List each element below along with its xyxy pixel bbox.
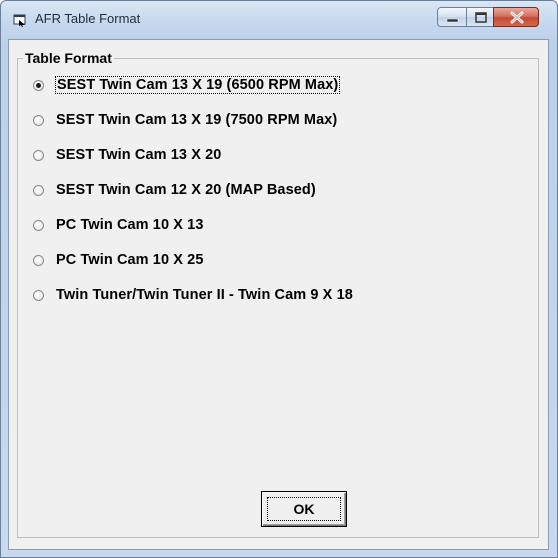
maximize-icon xyxy=(475,12,487,23)
radio-label[interactable]: Twin Tuner/Twin Tuner II - Twin Cam 9 X … xyxy=(56,287,353,303)
radio-button[interactable] xyxy=(33,289,44,301)
table-format-group: Table Format SEST Twin Cam 13 X 19 (6500… xyxy=(17,50,539,538)
radio-option-sest-12x20-map[interactable]: SEST Twin Cam 12 X 20 (MAP Based) xyxy=(33,180,316,200)
group-label: Table Format xyxy=(23,50,114,66)
ok-button[interactable]: OK xyxy=(261,491,347,527)
minimize-button[interactable] xyxy=(437,7,467,27)
radio-button[interactable] xyxy=(33,219,44,231)
ok-button-label: OK xyxy=(293,501,315,517)
close-button[interactable] xyxy=(493,7,539,27)
minimize-icon xyxy=(447,19,459,23)
window-app-icon xyxy=(13,13,27,27)
radio-button[interactable] xyxy=(33,254,44,266)
radio-option-sest-13x19-6500[interactable]: SEST Twin Cam 13 X 19 (6500 RPM Max) xyxy=(33,75,341,95)
radio-option-sest-13x19-7500[interactable]: SEST Twin Cam 13 X 19 (7500 RPM Max) xyxy=(33,110,337,130)
radio-option-pc-10x25[interactable]: PC Twin Cam 10 X 25 xyxy=(33,250,204,270)
radio-option-pc-10x13[interactable]: PC Twin Cam 10 X 13 xyxy=(33,215,204,235)
radio-option-sest-13x20[interactable]: SEST Twin Cam 13 X 20 xyxy=(33,145,221,165)
close-icon xyxy=(510,11,524,24)
radio-label[interactable]: SEST Twin Cam 13 X 19 (6500 RPM Max) xyxy=(54,76,341,94)
radio-label[interactable]: SEST Twin Cam 13 X 19 (7500 RPM Max) xyxy=(56,112,337,128)
radio-label[interactable]: PC Twin Cam 10 X 13 xyxy=(56,217,204,233)
radio-label[interactable]: SEST Twin Cam 13 X 20 xyxy=(56,147,221,163)
dialog-client-area: Table Format SEST Twin Cam 13 X 19 (6500… xyxy=(8,39,549,550)
window-title: AFR Table Format xyxy=(35,11,141,26)
maximize-button[interactable] xyxy=(466,7,494,27)
radio-button[interactable] xyxy=(33,114,44,126)
radio-button[interactable] xyxy=(33,184,44,196)
radio-label[interactable]: PC Twin Cam 10 X 25 xyxy=(56,252,204,268)
radio-button[interactable] xyxy=(33,149,44,161)
dialog-window: AFR Table Format Table Format SEST Twin xyxy=(0,0,558,558)
title-bar[interactable]: AFR Table Format xyxy=(1,1,557,39)
radio-label[interactable]: SEST Twin Cam 12 X 20 (MAP Based) xyxy=(56,182,316,198)
radio-button[interactable] xyxy=(33,79,44,91)
radio-option-twin-tuner-9x18[interactable]: Twin Tuner/Twin Tuner II - Twin Cam 9 X … xyxy=(33,285,353,305)
